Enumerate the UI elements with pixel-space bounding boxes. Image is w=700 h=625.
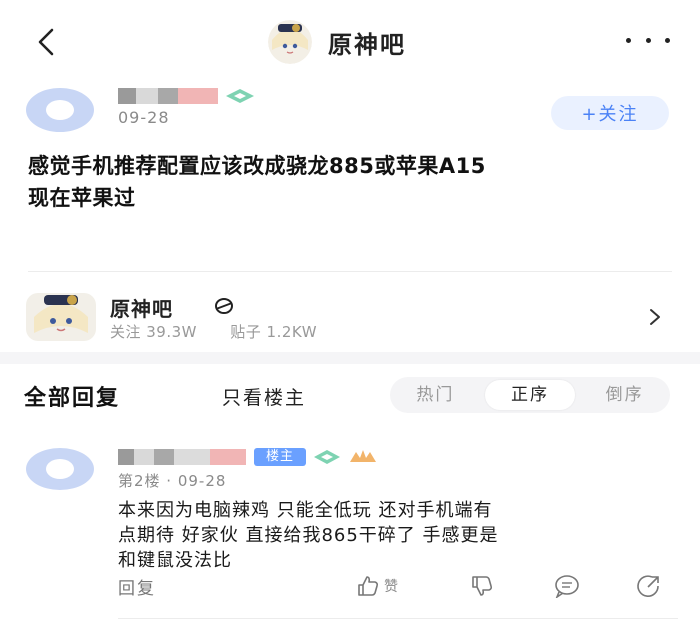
sort-segmented-control: 热门 正序 倒序 [390, 377, 670, 413]
back-button[interactable] [30, 24, 66, 60]
more-options-button[interactable] [626, 30, 670, 50]
only-op-filter[interactable]: 只看楼主 [222, 383, 306, 410]
user-avatar-icon [26, 448, 94, 490]
post-title-line-2: 现在苹果过 [28, 186, 136, 210]
share-button[interactable] [636, 574, 664, 598]
reply-author-row: 楼主 [118, 448, 378, 466]
all-replies-heading[interactable]: 全部回复 [24, 380, 120, 412]
author-avatar[interactable] [24, 86, 96, 134]
like-button[interactable]: 赞 [356, 574, 398, 598]
top-bar: 原神吧 [0, 0, 700, 84]
author-name-redacted[interactable] [118, 88, 256, 104]
forum-posts: 贴子 1.2KW [230, 323, 318, 341]
forum-card[interactable]: 原神吧 关注 39.3W 贴子 1.2KW [0, 283, 700, 347]
comment-button[interactable] [554, 574, 580, 598]
forum-card-avatar [26, 293, 96, 341]
more-horizontal-icon [626, 37, 631, 43]
decoration-icon [350, 450, 377, 462]
divider [28, 271, 672, 272]
sort-descending[interactable]: 倒序 [579, 380, 670, 410]
reply-line-1: 本来因为电脑辣鸡 只能全低玩 还对手机端有 [118, 500, 493, 521]
like-label: 赞 [384, 579, 398, 595]
follow-button[interactable]: +关注 [551, 96, 669, 130]
op-badge: 楼主 [254, 448, 307, 466]
reply-avatar[interactable] [24, 446, 96, 492]
reply-button[interactable]: 回复 [118, 574, 156, 599]
share-icon [637, 575, 659, 597]
comment-icon [555, 575, 579, 598]
forum-header[interactable]: 原神吧 [268, 20, 406, 64]
reply-line-3: 和键鼠没法比 [118, 550, 232, 571]
post-title: 感觉手机推荐配置应该改成骁龙885或苹果A15 现在苹果过 [28, 150, 678, 214]
user-avatar-icon [26, 88, 94, 132]
level-badge-icon [226, 89, 254, 103]
forum-badge-icon [215, 298, 233, 314]
forum-title: 原神吧 [328, 30, 406, 59]
sort-ascending[interactable]: 正序 [484, 380, 576, 410]
bottom-divider [118, 618, 678, 619]
forum-avatar [268, 20, 312, 64]
post-title-line-1: 感觉手机推荐配置应该改成骁龙885或苹果A15 [28, 154, 486, 178]
level-badge-icon [314, 450, 341, 464]
reply-content: 本来因为电脑辣鸡 只能全低玩 还对手机端有 点期待 好家伙 直接给我865干碎了… [118, 498, 678, 573]
dislike-button[interactable] [470, 574, 494, 598]
forum-followers: 关注 39.3W [110, 323, 197, 341]
forum-stats: 关注 39.3W 贴子 1.2KW [110, 321, 345, 342]
forum-card-name: 原神吧 [110, 297, 173, 321]
thumbs-up-icon [358, 576, 379, 596]
chevron-left-icon [38, 28, 54, 56]
thumbs-down-icon [472, 576, 493, 596]
reply-meta: 第2楼 · 09-28 [118, 472, 227, 490]
post-date: 09-28 [118, 108, 170, 127]
chevron-right-icon [650, 309, 660, 325]
sort-hot[interactable]: 热门 [390, 380, 481, 410]
section-separator [0, 352, 700, 364]
reply-actions: 回复 赞 [118, 574, 678, 599]
reply-line-2: 点期待 好家伙 直接给我865干碎了 手感更是 [118, 525, 499, 546]
